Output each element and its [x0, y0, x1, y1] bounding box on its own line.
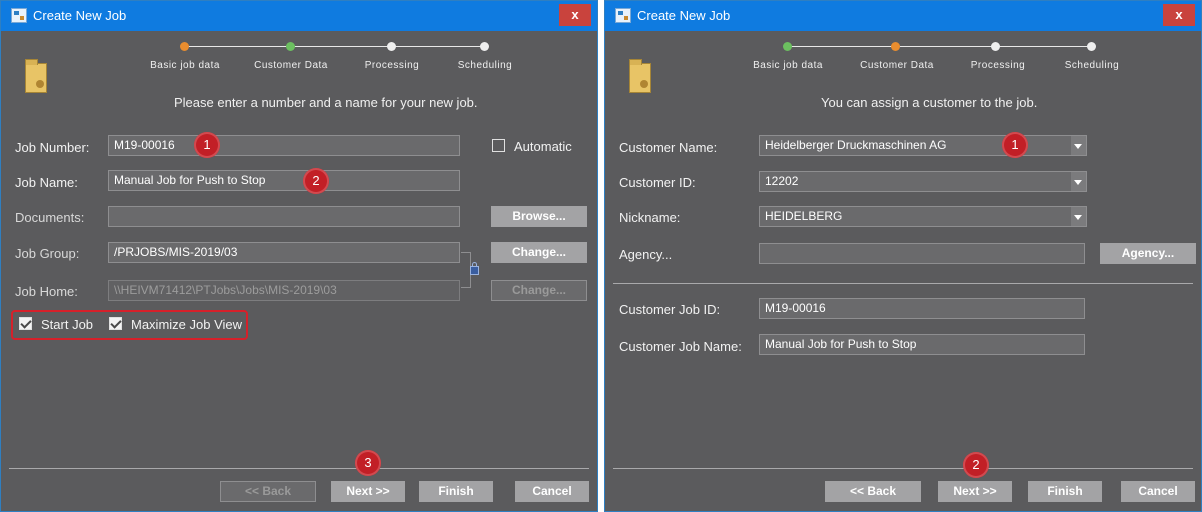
job-home-field: \\HEIVM71412\PTJobs\Jobs\MIS-2019\03: [108, 280, 460, 301]
change-button[interactable]: Change...: [491, 242, 587, 263]
window-title: Create New Job: [637, 8, 731, 23]
customer-job-name-label: Customer Job Name:: [619, 339, 742, 354]
chevron-down-icon[interactable]: [1071, 172, 1086, 191]
automatic-label: Automatic: [514, 139, 572, 154]
title-bar: Create New Job x: [1, 1, 597, 31]
footer-separator: [9, 468, 589, 469]
agency-button[interactable]: Agency...: [1100, 243, 1196, 264]
start-job-label: Start Job: [41, 317, 94, 332]
step-dot-basic: [783, 42, 792, 51]
step-dot-processing: [991, 42, 1000, 51]
agency-label: Agency...: [619, 247, 673, 262]
step-label-processing: Processing: [364, 60, 420, 71]
close-button[interactable]: x: [1163, 4, 1195, 26]
footer-separator: [613, 468, 1193, 469]
step-dot-scheduling: [480, 42, 489, 51]
callout-badge-2: 2: [963, 452, 989, 478]
step-label-scheduling: Scheduling: [1064, 60, 1120, 71]
step-dot-scheduling: [1087, 42, 1096, 51]
cancel-button[interactable]: Cancel: [1121, 481, 1195, 502]
maximize-job-view-label: Maximize Job View: [131, 317, 243, 332]
documents-label: Documents:: [15, 210, 85, 225]
customer-id-select[interactable]: 12202: [759, 171, 1087, 192]
section-separator: [613, 283, 1193, 284]
customer-job-name-field[interactable]: Manual Job for Push to Stop: [759, 334, 1085, 355]
chevron-down-icon[interactable]: [1071, 207, 1086, 226]
cancel-button[interactable]: Cancel: [515, 481, 589, 502]
change-home-button: Change...: [491, 280, 587, 301]
create-job-dialog-basic: Create New Job x Basic job data Customer…: [0, 0, 598, 512]
back-button: << Back: [220, 481, 316, 502]
maximize-job-view-checkbox[interactable]: [109, 317, 122, 330]
agency-field[interactable]: [759, 243, 1085, 264]
customer-name-select[interactable]: Heidelberger Druckmaschinen AG: [759, 135, 1087, 156]
folder-icon: [629, 59, 651, 93]
nickname-select[interactable]: HEIDELBERG: [759, 206, 1087, 227]
title-bar: Create New Job x: [605, 1, 1201, 31]
step-label-customer: Customer Data: [860, 60, 934, 71]
step-label-processing: Processing: [970, 60, 1026, 71]
step-label-basic: Basic job data: [753, 60, 823, 71]
instruction-text: Please enter a number and a name for you…: [174, 95, 478, 110]
folder-icon: [25, 59, 47, 93]
callout-badge-2: 2: [303, 168, 329, 194]
job-number-field[interactable]: M19-00016: [108, 135, 460, 156]
step-connector: [186, 46, 486, 47]
customer-job-id-label: Customer Job ID:: [619, 302, 721, 317]
app-icon: [615, 8, 631, 23]
window-title: Create New Job: [33, 8, 127, 23]
job-number-label: Job Number:: [15, 140, 90, 155]
automatic-checkbox[interactable]: [492, 139, 505, 152]
nickname-value: HEIDELBERG: [765, 209, 843, 223]
step-connector: [789, 46, 1090, 47]
job-group-label: Job Group:: [15, 246, 80, 261]
create-job-dialog-customer: Create New Job x Basic job data Customer…: [604, 0, 1202, 512]
finish-button[interactable]: Finish: [419, 481, 493, 502]
back-button[interactable]: << Back: [825, 481, 921, 502]
job-name-label: Job Name:: [15, 175, 78, 190]
job-home-label: Job Home:: [15, 284, 78, 299]
step-dot-customer: [286, 42, 295, 51]
browse-button[interactable]: Browse...: [491, 206, 587, 227]
wizard-steps: Basic job data Customer Data Processing …: [141, 41, 531, 77]
job-name-field[interactable]: Manual Job for Push to Stop: [108, 170, 460, 191]
customer-name-label: Customer Name:: [619, 140, 718, 155]
close-button[interactable]: x: [559, 4, 591, 26]
customer-id-value: 12202: [765, 174, 799, 188]
chevron-down-icon[interactable]: [1071, 136, 1086, 155]
instruction-text: You can assign a customer to the job.: [821, 95, 1038, 110]
wizard-steps: Basic job data Customer Data Processing …: [745, 41, 1135, 77]
customer-job-id-field[interactable]: M19-00016: [759, 298, 1085, 319]
nickname-label: Nickname:: [619, 210, 681, 225]
documents-field[interactable]: [108, 206, 460, 227]
callout-badge-1: 1: [194, 132, 220, 158]
customer-id-label: Customer ID:: [619, 175, 696, 190]
customer-name-value: Heidelberger Druckmaschinen AG: [765, 138, 947, 152]
next-button[interactable]: Next >>: [331, 481, 405, 502]
lock-icon[interactable]: [470, 262, 479, 275]
step-dot-processing: [387, 42, 396, 51]
callout-badge-3: 3: [355, 450, 381, 476]
step-label-customer: Customer Data: [254, 60, 328, 71]
next-button[interactable]: Next >>: [938, 481, 1012, 502]
step-dot-customer: [891, 42, 900, 51]
callout-badge-1: 1: [1002, 132, 1028, 158]
step-dot-basic: [180, 42, 189, 51]
step-label-scheduling: Scheduling: [457, 60, 513, 71]
job-group-field[interactable]: /PRJOBS/MIS-2019/03: [108, 242, 460, 263]
step-label-basic: Basic job data: [150, 60, 220, 71]
start-job-checkbox[interactable]: [19, 317, 32, 330]
app-icon: [11, 8, 27, 23]
finish-button[interactable]: Finish: [1028, 481, 1102, 502]
